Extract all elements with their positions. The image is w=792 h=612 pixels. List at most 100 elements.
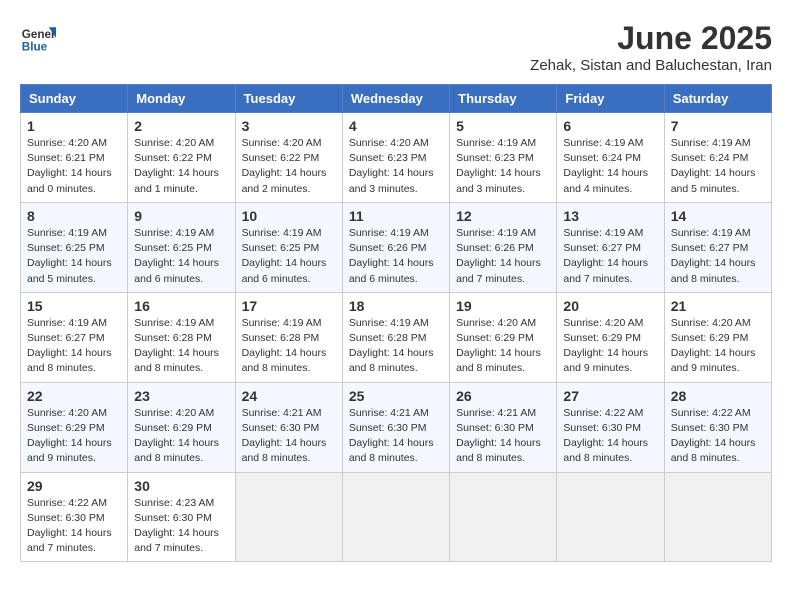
day-info: Sunrise: 4:19 AMSunset: 6:28 PMDaylight:…	[134, 316, 228, 377]
day-info: Sunrise: 4:21 AMSunset: 6:30 PMDaylight:…	[242, 406, 336, 467]
day-info: Sunrise: 4:19 AMSunset: 6:24 PMDaylight:…	[671, 136, 765, 197]
calendar-cell: 14 Sunrise: 4:19 AMSunset: 6:27 PMDayligh…	[664, 202, 771, 292]
calendar-cell: 16 Sunrise: 4:19 AMSunset: 6:28 PMDayligh…	[128, 292, 235, 382]
calendar-cell: 20 Sunrise: 4:20 AMSunset: 6:29 PMDayligh…	[557, 292, 664, 382]
day-info: Sunrise: 4:19 AMSunset: 6:27 PMDaylight:…	[563, 226, 657, 287]
weekday-header: Friday	[557, 85, 664, 113]
svg-text:Blue: Blue	[22, 41, 48, 54]
day-number: 28	[671, 388, 765, 404]
day-info: Sunrise: 4:19 AMSunset: 6:25 PMDaylight:…	[134, 226, 228, 287]
calendar-week-row: 22 Sunrise: 4:20 AMSunset: 6:29 PMDayligh…	[21, 382, 772, 472]
calendar-cell: 27 Sunrise: 4:22 AMSunset: 6:30 PMDayligh…	[557, 382, 664, 472]
day-number: 18	[349, 298, 443, 314]
day-info: Sunrise: 4:20 AMSunset: 6:23 PMDaylight:…	[349, 136, 443, 197]
calendar-cell: 12 Sunrise: 4:19 AMSunset: 6:26 PMDayligh…	[450, 202, 557, 292]
weekday-header: Thursday	[450, 85, 557, 113]
calendar-cell	[235, 472, 342, 562]
day-number: 10	[242, 208, 336, 224]
day-info: Sunrise: 4:20 AMSunset: 6:22 PMDaylight:…	[242, 136, 336, 197]
calendar-table: SundayMondayTuesdayWednesdayThursdayFrid…	[20, 84, 772, 562]
calendar-cell	[664, 472, 771, 562]
day-number: 2	[134, 118, 228, 134]
calendar-header-row: SundayMondayTuesdayWednesdayThursdayFrid…	[21, 85, 772, 113]
day-info: Sunrise: 4:21 AMSunset: 6:30 PMDaylight:…	[349, 406, 443, 467]
day-info: Sunrise: 4:20 AMSunset: 6:29 PMDaylight:…	[134, 406, 228, 467]
calendar-week-row: 8Sunrise: 4:19 AMSunset: 6:25 PMDaylight…	[21, 202, 772, 292]
day-number: 16	[134, 298, 228, 314]
day-number: 5	[456, 118, 550, 134]
calendar-cell: 2 Sunrise: 4:20 AMSunset: 6:22 PMDaylight…	[128, 113, 235, 203]
calendar-cell: 5 Sunrise: 4:19 AMSunset: 6:23 PMDaylight…	[450, 113, 557, 203]
weekday-header: Wednesday	[342, 85, 449, 113]
calendar-cell: 3 Sunrise: 4:20 AMSunset: 6:22 PMDaylight…	[235, 113, 342, 203]
day-number: 4	[349, 118, 443, 134]
location-subtitle: Zehak, Sistan and Baluchestan, Iran	[530, 57, 772, 74]
day-info: Sunrise: 4:19 AMSunset: 6:26 PMDaylight:…	[349, 226, 443, 287]
day-info: Sunrise: 4:19 AMSunset: 6:24 PMDaylight:…	[563, 136, 657, 197]
calendar-cell: 18 Sunrise: 4:19 AMSunset: 6:28 PMDayligh…	[342, 292, 449, 382]
day-number: 26	[456, 388, 550, 404]
calendar-cell: 23 Sunrise: 4:20 AMSunset: 6:29 PMDayligh…	[128, 382, 235, 472]
calendar-cell: 4 Sunrise: 4:20 AMSunset: 6:23 PMDaylight…	[342, 113, 449, 203]
day-number: 11	[349, 208, 443, 224]
day-info: Sunrise: 4:19 AMSunset: 6:28 PMDaylight:…	[349, 316, 443, 377]
day-number: 3	[242, 118, 336, 134]
day-info: Sunrise: 4:22 AMSunset: 6:30 PMDaylight:…	[27, 496, 121, 557]
day-number: 6	[563, 118, 657, 134]
day-number: 24	[242, 388, 336, 404]
logo: General Blue	[20, 20, 56, 56]
calendar-cell: 24 Sunrise: 4:21 AMSunset: 6:30 PMDayligh…	[235, 382, 342, 472]
day-info: Sunrise: 4:19 AMSunset: 6:26 PMDaylight:…	[456, 226, 550, 287]
weekday-header: Saturday	[664, 85, 771, 113]
day-info: Sunrise: 4:22 AMSunset: 6:30 PMDaylight:…	[671, 406, 765, 467]
day-info: Sunrise: 4:19 AMSunset: 6:23 PMDaylight:…	[456, 136, 550, 197]
day-info: Sunrise: 4:19 AMSunset: 6:25 PMDaylight:…	[27, 226, 121, 287]
calendar-cell: 13Sunrise: 4:19 AMSunset: 6:27 PMDayligh…	[557, 202, 664, 292]
weekday-header: Sunday	[21, 85, 128, 113]
day-info: Sunrise: 4:19 AMSunset: 6:25 PMDaylight:…	[242, 226, 336, 287]
calendar-cell: 21 Sunrise: 4:20 AMSunset: 6:29 PMDayligh…	[664, 292, 771, 382]
calendar-cell: 11 Sunrise: 4:19 AMSunset: 6:26 PMDayligh…	[342, 202, 449, 292]
day-number: 22	[27, 388, 121, 404]
day-number: 7	[671, 118, 765, 134]
day-info: Sunrise: 4:19 AMSunset: 6:28 PMDaylight:…	[242, 316, 336, 377]
page-header: General Blue June 2025 Zehak, Sistan and…	[20, 20, 772, 74]
day-number: 30	[134, 478, 228, 494]
weekday-header: Tuesday	[235, 85, 342, 113]
logo-icon: General Blue	[20, 20, 56, 56]
day-info: Sunrise: 4:20 AMSunset: 6:21 PMDaylight:…	[27, 136, 121, 197]
calendar-cell: 17Sunrise: 4:19 AMSunset: 6:28 PMDayligh…	[235, 292, 342, 382]
day-info: Sunrise: 4:22 AMSunset: 6:30 PMDaylight:…	[563, 406, 657, 467]
calendar-week-row: 15 Sunrise: 4:19 AMSunset: 6:27 PMDayligh…	[21, 292, 772, 382]
day-info: Sunrise: 4:20 AMSunset: 6:22 PMDaylight:…	[134, 136, 228, 197]
day-number: 25	[349, 388, 443, 404]
calendar-cell: 22 Sunrise: 4:20 AMSunset: 6:29 PMDayligh…	[21, 382, 128, 472]
calendar-cell: 29Sunrise: 4:22 AMSunset: 6:30 PMDayligh…	[21, 472, 128, 562]
calendar-cell: 9 Sunrise: 4:19 AMSunset: 6:25 PMDaylight…	[128, 202, 235, 292]
day-info: Sunrise: 4:20 AMSunset: 6:29 PMDaylight:…	[27, 406, 121, 467]
title-section: June 2025 Zehak, Sistan and Baluchestan,…	[530, 20, 772, 74]
day-number: 27	[563, 388, 657, 404]
calendar-week-row: 29Sunrise: 4:22 AMSunset: 6:30 PMDayligh…	[21, 472, 772, 562]
calendar-cell	[342, 472, 449, 562]
day-number: 21	[671, 298, 765, 314]
calendar-cell: 28 Sunrise: 4:22 AMSunset: 6:30 PMDayligh…	[664, 382, 771, 472]
calendar-cell	[450, 472, 557, 562]
weekday-header: Monday	[128, 85, 235, 113]
day-info: Sunrise: 4:20 AMSunset: 6:29 PMDaylight:…	[671, 316, 765, 377]
day-number: 14	[671, 208, 765, 224]
day-number: 15	[27, 298, 121, 314]
calendar-cell: 19Sunrise: 4:20 AMSunset: 6:29 PMDayligh…	[450, 292, 557, 382]
day-info: Sunrise: 4:19 AMSunset: 6:27 PMDaylight:…	[27, 316, 121, 377]
day-number: 23	[134, 388, 228, 404]
day-number: 20	[563, 298, 657, 314]
month-year-title: June 2025	[530, 20, 772, 57]
calendar-cell	[557, 472, 664, 562]
day-info: Sunrise: 4:20 AMSunset: 6:29 PMDaylight:…	[563, 316, 657, 377]
calendar-cell: 25 Sunrise: 4:21 AMSunset: 6:30 PMDayligh…	[342, 382, 449, 472]
day-number: 12	[456, 208, 550, 224]
calendar-cell: 26 Sunrise: 4:21 AMSunset: 6:30 PMDayligh…	[450, 382, 557, 472]
day-info: Sunrise: 4:19 AMSunset: 6:27 PMDaylight:…	[671, 226, 765, 287]
day-number: 9	[134, 208, 228, 224]
day-info: Sunrise: 4:21 AMSunset: 6:30 PMDaylight:…	[456, 406, 550, 467]
